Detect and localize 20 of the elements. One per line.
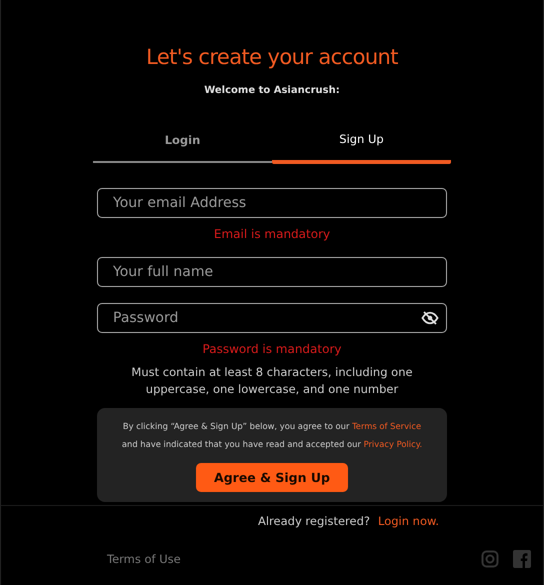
camera-icon[interactable]: [481, 550, 499, 568]
password-hint: Must contain at least 8 characters, including one uppercase, one lowercase, and one number: [130, 364, 414, 398]
input-field[interactable]: Your full name: [97, 257, 447, 287]
terms-link[interactable]: Terms of Service: [352, 421, 422, 431]
terms-of-use-link[interactable]: Terms of Use: [107, 552, 181, 566]
error-message: Email is mandatory: [212, 227, 332, 241]
tab[interactable]: Login: [93, 132, 272, 163]
input-field[interactable]: Your email Address: [97, 188, 447, 218]
agree-sign-up-button[interactable]: Agree & Sign Up: [196, 463, 348, 492]
error-message: Password is mandatory: [202, 342, 342, 356]
login-link[interactable]: Login now.: [378, 514, 439, 528]
page-title: Let's create your account: [146, 45, 398, 69]
privacy-link[interactable]: Privacy Policy.: [364, 439, 422, 449]
welcome-text: Welcome to Asiancrush:: [204, 85, 340, 96]
facebook-icon[interactable]: [513, 550, 531, 568]
consent-text: By clicking “Agree & Sign Up” below, you agree to our Terms of Service and have indicated that you have read and accepted our Privacy Policy.: [122, 420, 422, 451]
tab[interactable]: Sign Up: [272, 132, 451, 164]
already-registered-text: Already registered?: [258, 514, 370, 528]
eye-slash-icon[interactable]: [421, 311, 439, 325]
password-field[interactable]: Password: [97, 303, 447, 333]
